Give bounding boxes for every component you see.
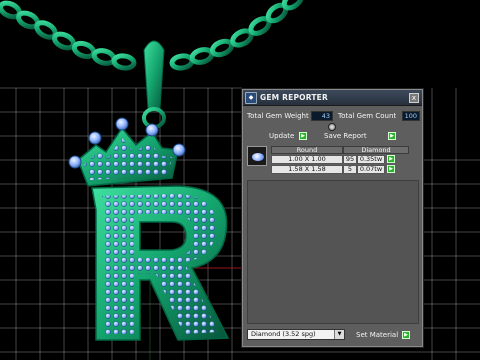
material-dropdown[interactable]: Diamond (3.52 spg) ▼ xyxy=(247,329,345,340)
save-report-label: Save Report xyxy=(324,132,367,140)
set-material-button[interactable]: ▶ xyxy=(402,331,410,339)
gem-count-cell: 5 xyxy=(343,165,357,174)
update-button[interactable]: ▶ xyxy=(299,132,307,140)
collapse-icon[interactable] xyxy=(328,123,336,131)
column-header-diamond: Diamond xyxy=(343,146,409,154)
gem-reporter-icon: ◆ xyxy=(245,92,257,104)
total-gem-weight-label: Total Gem Weight xyxy=(247,112,309,120)
update-label: Update xyxy=(269,132,295,140)
save-report-button[interactable]: ▶ xyxy=(388,132,396,140)
gem-thumbnail[interactable] xyxy=(247,146,267,166)
select-row-button[interactable]: ▶ xyxy=(387,165,395,173)
crown xyxy=(68,117,186,187)
panel-title: GEM REPORTER xyxy=(260,93,328,102)
table-row[interactable]: 1.00 X 1.00 95 0.35tw ▶ xyxy=(271,155,425,164)
total-gem-count-label: Total Gem Count xyxy=(338,112,397,120)
total-gem-weight-value: 43 xyxy=(311,111,333,121)
gem-list-area xyxy=(247,180,419,324)
gem-weight-cell: 0.35tw xyxy=(357,155,385,164)
total-gem-count-value: 100 xyxy=(402,111,420,121)
chevron-down-icon[interactable]: ▼ xyxy=(334,330,344,339)
material-selected-value: Diamond (3.52 spg) xyxy=(251,330,316,338)
set-material-label: Set Material xyxy=(356,331,399,339)
gem-size-cell: 1.58 X 1.58 xyxy=(271,165,343,174)
gem-table: Round Diamond 1.00 X 1.00 95 0.35tw ▶ 1.… xyxy=(247,146,421,176)
gem-reporter-panel: ◆ GEM REPORTER x Total Gem Weight 43 Tot… xyxy=(242,89,423,347)
close-icon[interactable]: x xyxy=(409,93,419,103)
pendant-bail xyxy=(142,40,166,129)
table-row[interactable]: 1.58 X 1.58 5 0.07tw ▶ xyxy=(271,165,425,174)
gem-count-cell: 95 xyxy=(343,155,357,164)
round-gem-icon xyxy=(252,153,264,161)
column-header-round: Round xyxy=(271,146,343,154)
gem-weight-cell: 0.07tw xyxy=(357,165,385,174)
panel-titlebar[interactable]: ◆ GEM REPORTER x xyxy=(243,90,422,106)
gem-size-cell: 1.00 X 1.00 xyxy=(271,155,343,164)
select-row-button[interactable]: ▶ xyxy=(387,155,395,163)
